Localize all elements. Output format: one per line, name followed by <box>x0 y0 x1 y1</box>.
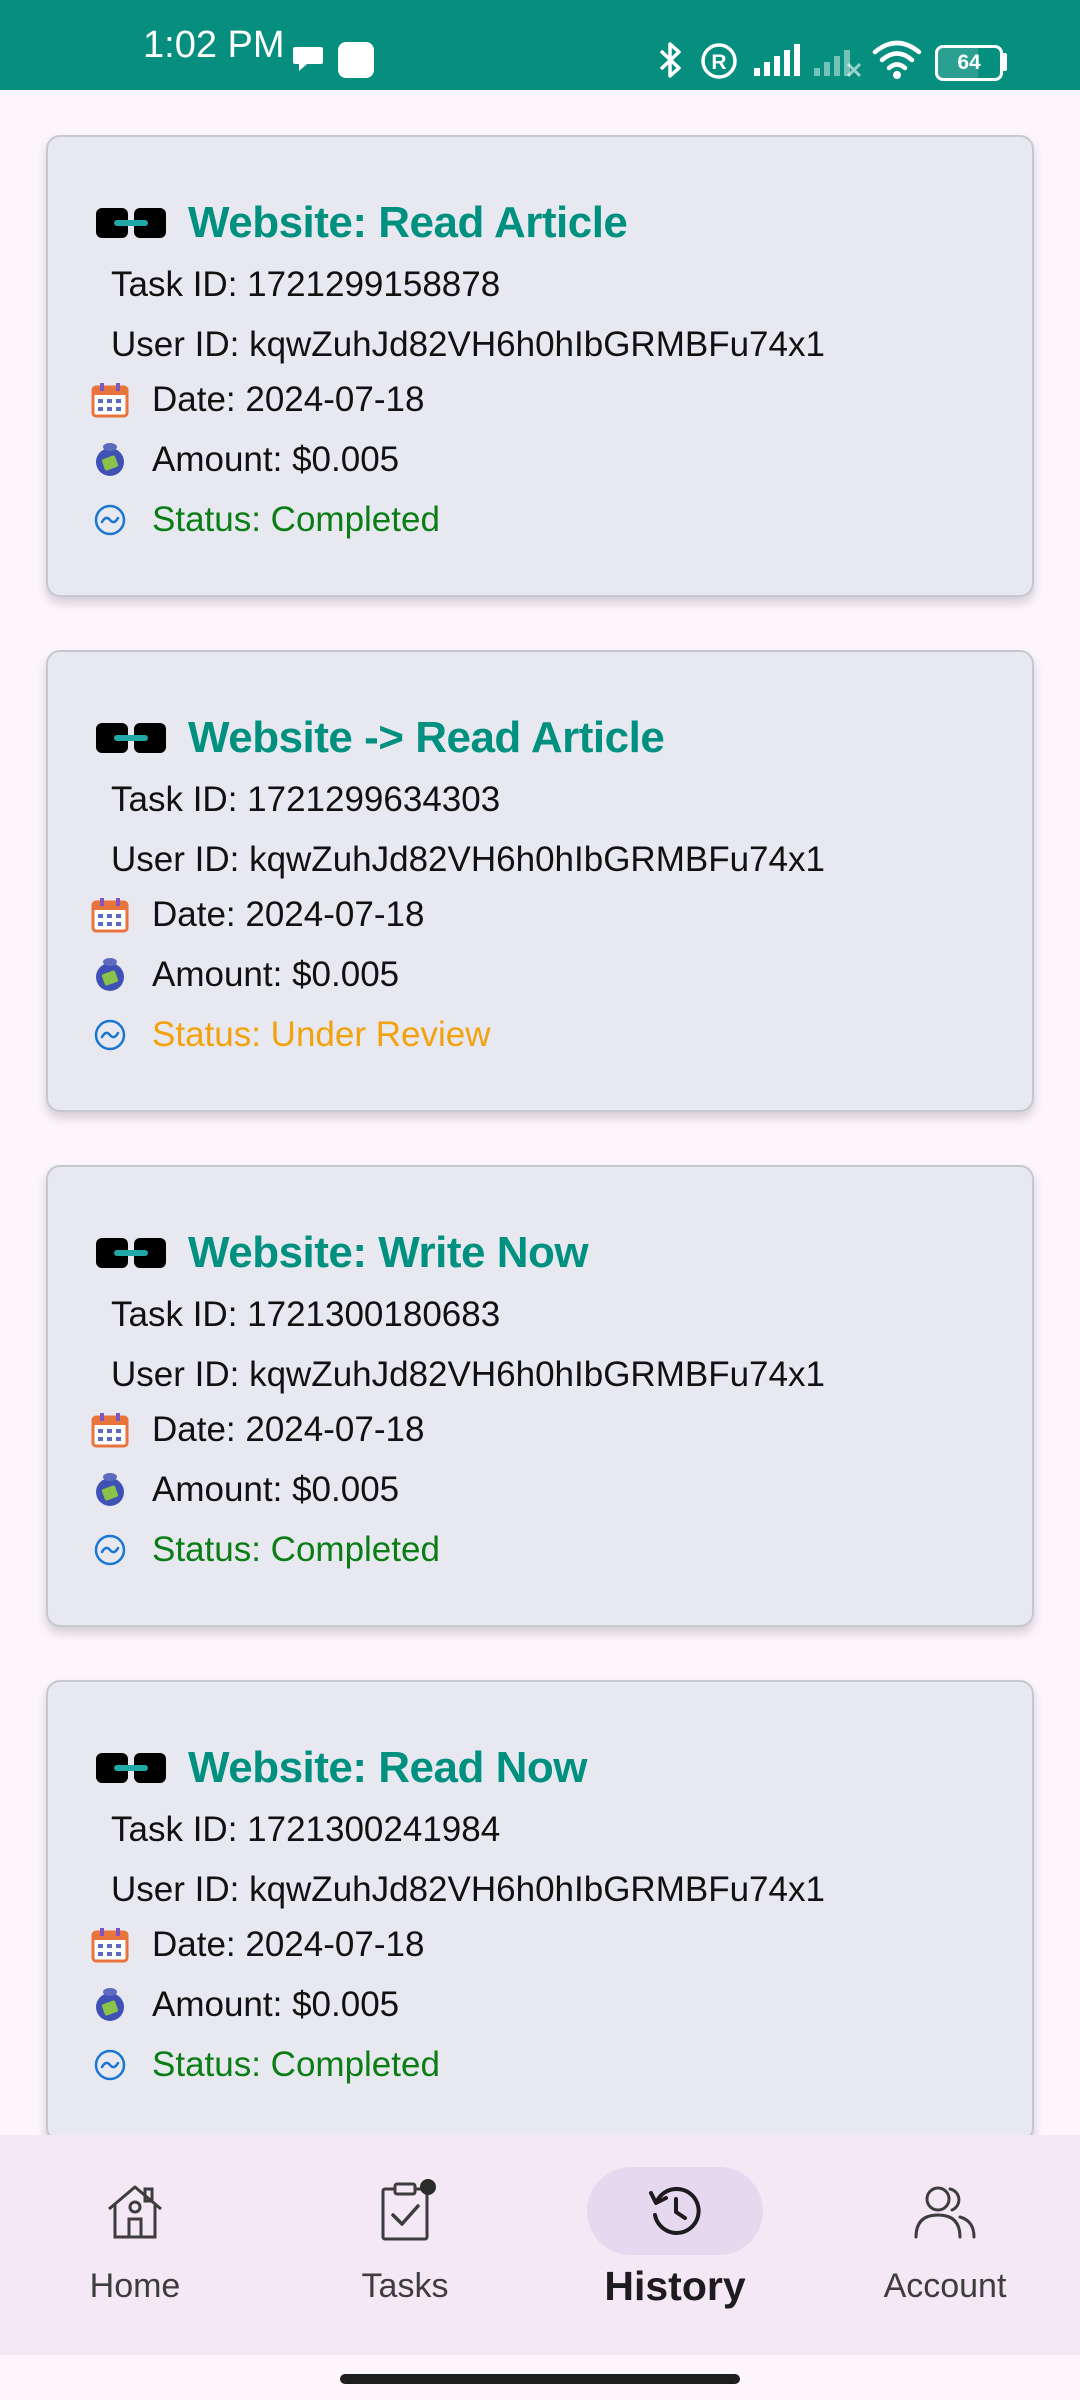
status-text: Status: Completed <box>152 500 440 539</box>
registered-icon: R <box>701 43 737 79</box>
nav-account[interactable]: Account <box>810 2165 1080 2306</box>
status-row: Status: Completed <box>90 1530 440 1570</box>
nav-home-label: Home <box>89 2267 181 2305</box>
amount-row: Amount: $0.005 <box>90 1470 399 1510</box>
bluetooth-icon <box>659 42 681 78</box>
signal-off-icon <box>814 50 862 78</box>
amount-row: Amount: $0.005 <box>90 955 399 995</box>
signal-icon <box>754 44 800 76</box>
card-title: Website -> Read Article <box>188 713 665 762</box>
history-card[interactable]: Website: Read Article Task ID: 172129915… <box>46 135 1034 597</box>
status-row: Status: Completed <box>90 500 440 540</box>
amount-text: Amount: $0.005 <box>152 1985 400 2024</box>
wifi-icon <box>872 40 922 79</box>
nav-history[interactable]: History <box>540 2165 810 2310</box>
nav-tasks-label: Tasks <box>361 2267 449 2305</box>
date-row: Date: 2024-07-18 <box>90 895 424 935</box>
chat-bubble-icon <box>293 47 323 71</box>
amount-row: Amount: $0.005 <box>90 1985 399 2025</box>
nav-history-label: History <box>604 2263 746 2309</box>
amount-row: Amount: $0.005 <box>90 440 399 480</box>
calendar-icon <box>90 1410 130 1450</box>
task-id: Task ID: 1721300241984 <box>111 1810 501 1849</box>
link-icon <box>96 723 166 753</box>
card-header: Website: Write Now <box>94 1223 589 1283</box>
history-list[interactable]: Website: Read Article Task ID: 172129915… <box>0 90 1080 2135</box>
user-id: User ID: kqwZuhJd82VH6h0hIbGRMBFu74x1 <box>111 840 825 879</box>
home-icon <box>108 2185 162 2239</box>
card-title: Website: Read Now <box>188 1743 587 1792</box>
square-notification-icon <box>338 42 374 78</box>
calendar-icon <box>90 380 130 420</box>
nav-tasks[interactable]: Tasks <box>270 2165 540 2306</box>
user-id: User ID: kqwZuhJd82VH6h0hIbGRMBFu74x1 <box>111 1870 825 1909</box>
battery-text: 64 <box>957 51 981 74</box>
task-id: Task ID: 1721299158878 <box>111 265 501 304</box>
user-id: User ID: kqwZuhJd82VH6h0hIbGRMBFu74x1 <box>111 325 825 364</box>
status-row: Status: Under Review <box>90 1015 490 1055</box>
status-icon <box>90 500 130 540</box>
date-row: Date: 2024-07-18 <box>90 380 424 420</box>
card-header: Website -> Read Article <box>94 708 665 768</box>
money-icon <box>90 1470 130 1510</box>
status-icon <box>90 1530 130 1570</box>
bottom-navigation: Home Tasks History Account <box>0 2135 1080 2355</box>
home-indicator[interactable] <box>340 2374 740 2384</box>
history-card[interactable]: Website -> Read Article Task ID: 1721299… <box>46 650 1034 1112</box>
link-icon <box>96 208 166 238</box>
user-id: User ID: kqwZuhJd82VH6h0hIbGRMBFu74x1 <box>111 1355 825 1394</box>
date-row: Date: 2024-07-18 <box>90 1410 424 1450</box>
amount-text: Amount: $0.005 <box>152 440 400 479</box>
card-title: Website: Write Now <box>188 1228 589 1277</box>
battery-icon: 64 <box>935 45 1003 81</box>
status-text: Status: Completed <box>152 2045 440 2084</box>
task-id: Task ID: 1721299634303 <box>111 780 501 819</box>
history-card[interactable]: Website: Read Now Task ID: 1721300241984… <box>46 1680 1034 2135</box>
date-text: Date: 2024-07-18 <box>152 1925 425 1964</box>
svg-text:R: R <box>711 51 726 74</box>
calendar-icon <box>90 895 130 935</box>
amount-text: Amount: $0.005 <box>152 1470 400 1509</box>
date-text: Date: 2024-07-18 <box>152 380 425 419</box>
card-header: Website: Read Now <box>94 1738 587 1798</box>
money-icon <box>90 1985 130 2025</box>
status-icon <box>90 2045 130 2085</box>
history-icon <box>649 2186 701 2235</box>
card-header: Website: Read Article <box>94 193 628 253</box>
date-text: Date: 2024-07-18 <box>152 895 425 934</box>
link-icon <box>96 1753 166 1783</box>
money-icon <box>90 440 130 480</box>
nav-account-label: Account <box>883 2267 1007 2305</box>
tasks-badge <box>420 2179 436 2195</box>
task-id: Task ID: 1721300180683 <box>111 1295 501 1334</box>
link-icon <box>96 1238 166 1268</box>
history-card[interactable]: Website: Write Now Task ID: 172130018068… <box>46 1165 1034 1627</box>
active-indicator <box>587 2167 763 2255</box>
calendar-icon <box>90 1925 130 1965</box>
account-icon <box>914 2186 976 2239</box>
status-row: Status: Completed <box>90 2045 440 2085</box>
battery-tip <box>1001 53 1007 71</box>
status-icon <box>90 1015 130 1055</box>
status-text: Status: Under Review <box>152 1015 491 1054</box>
date-text: Date: 2024-07-18 <box>152 1410 425 1449</box>
money-icon <box>90 955 130 995</box>
card-title: Website: Read Article <box>188 198 628 247</box>
nav-home[interactable]: Home <box>0 2165 270 2306</box>
date-row: Date: 2024-07-18 <box>90 1925 424 1965</box>
status-time: 1:02 PM <box>143 24 285 66</box>
status-text: Status: Completed <box>152 1530 440 1569</box>
amount-text: Amount: $0.005 <box>152 955 400 994</box>
status-bar: 1:02 PM R 64 <box>0 0 1080 90</box>
